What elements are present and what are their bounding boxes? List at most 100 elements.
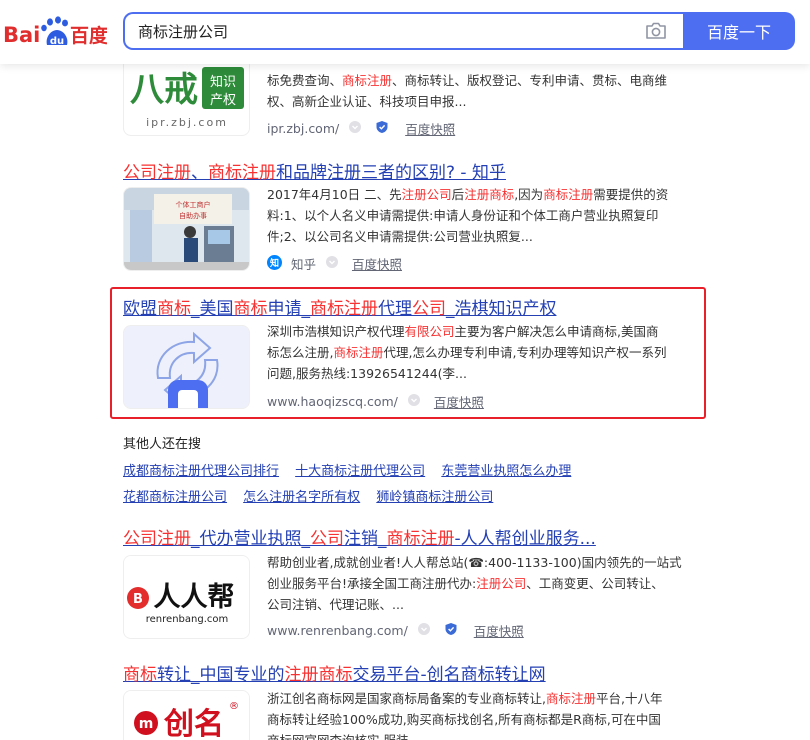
text-segment: -人人帮创业服务... — [454, 529, 596, 549]
result-source: ipr.zbj.com/ 百度快照 — [267, 119, 455, 137]
header-bar: Bai du 百度 百度一下 — [0, 0, 810, 64]
highlighted-keyword: 商标 — [157, 299, 191, 319]
text-segment: _浩棋知识产权 — [446, 299, 557, 319]
search-box — [123, 12, 683, 50]
snapshot-link[interactable]: 百度快照 — [405, 119, 455, 138]
svg-text:m: m — [139, 716, 154, 732]
snapshot-link[interactable]: 百度快照 — [352, 254, 402, 273]
result-desc: 标免费查询、商标注册、商标转让、版权登记、专利申请、贯标、电商维权、高新企业认证… — [267, 70, 685, 112]
svg-text:产权: 产权 — [210, 92, 236, 108]
highlighted-keyword: 注册公司 — [401, 187, 452, 202]
desc-line: 帮助创业者,成就创业者!人人帮总站(☎:400-1133-100)国内领先的一站… — [267, 552, 685, 573]
others-search-link[interactable]: 怎么注册名字所有权 — [243, 490, 360, 505]
result-site-name[interactable]: 知乎 — [291, 254, 316, 273]
text-segment: ,因为 — [514, 187, 544, 202]
search-button[interactable]: 百度一下 — [683, 12, 795, 50]
others-search-row: 花都商标注册公司 怎么注册名字所有权 狮岭镇商标注册公司 — [123, 486, 505, 505]
result-title[interactable]: 公司注册_代办营业执照_公司注销_商标注册-人人帮创业服务... — [123, 524, 596, 549]
result-thumbnail-haoqi[interactable] — [123, 325, 250, 409]
text-segment: 后 — [451, 187, 465, 202]
desc-line: 商标转让经验100%成功,购买商标找创名,所有商标都是R商标,可在中国 — [267, 709, 685, 730]
baidu-logo[interactable]: Bai du 百度 — [3, 14, 109, 50]
dropdown-icon[interactable] — [417, 623, 440, 638]
text-segment: 交易平台-创名商标转让网 — [352, 665, 546, 685]
highlighted-keyword: 商标注册 — [208, 163, 276, 183]
text-segment: 平台,十八年 — [596, 691, 663, 706]
highlighted-keyword: 有限公司 — [404, 324, 455, 339]
result-thumbnail-renrenbang[interactable]: B 人人帮 renrenbang.com — [123, 555, 250, 639]
text-segment: _代办营业执照_ — [191, 529, 310, 549]
others-search-link[interactable]: 狮岭镇商标注册公司 — [376, 490, 493, 505]
desc-line: 商标网官网查询核实,服装... — [267, 730, 685, 740]
highlighted-keyword: 商标注册 — [386, 529, 455, 549]
desc-line: 深圳市浩棋知识产权代理有限公司主要为客户解决怎么申请商标,美国商 — [267, 321, 685, 342]
text-segment: 2017年4月10日 二、先 — [267, 187, 402, 202]
results-area: 八戒 知识 产权 ipr.zbj.com 标免费查询、商标注册、商标转让、版权登… — [0, 0, 810, 740]
desc-line: 创业服务平台!承接全国工商注册代办:注册公司、工商变更、公司转让、 — [267, 573, 685, 594]
others-search-row: 成都商标注册代理公司排行 十大商标注册代理公司 东莞营业执照怎么办理 — [123, 460, 583, 479]
result-haoqi: 欧盟商标_美国商标申请_商标注册代理公司_浩棋知识产权 深圳市浩棋知识产权代理有… — [123, 294, 703, 412]
text-segment: 转让_中国专业的 — [157, 665, 285, 685]
dropdown-icon[interactable] — [407, 394, 430, 409]
svg-text:知: 知 — [269, 257, 279, 269]
result-site-url[interactable]: ipr.zbj.com/ — [267, 121, 339, 136]
result-zhihu: 公司注册、商标注册和品牌注册三者的区别? - 知乎 个体工商户 自助办事 201… — [123, 158, 703, 276]
dropdown-icon[interactable] — [349, 121, 371, 136]
result-desc: 浙江创名商标网是国家商标局备案的专业商标转让,商标注册平台,十八年 商标转让经验1… — [267, 688, 685, 740]
renrenbang-logo-brand: 人人帮 — [154, 582, 235, 613]
zhihu-icon: 知 — [267, 254, 287, 273]
shield-icon[interactable] — [444, 622, 470, 639]
highlighted-keyword: 公司 — [310, 529, 344, 549]
result-title[interactable]: 欧盟商标_美国商标申请_商标注册代理公司_浩棋知识产权 — [123, 294, 557, 319]
svg-text:自助办事: 自助办事 — [179, 211, 207, 220]
others-search-link[interactable]: 十大商标注册代理公司 — [295, 464, 425, 479]
zbj-logo-url: ipr.zbj.com — [146, 116, 228, 129]
result-renrenbang: 公司注册_代办营业执照_公司注销_商标注册-人人帮创业服务... B 人人帮 r… — [123, 524, 703, 642]
result-thumbnail-zbj[interactable]: 八戒 知识 产权 ipr.zbj.com — [123, 52, 250, 136]
shield-icon[interactable] — [375, 120, 401, 137]
text-segment: 和品牌注册三者的区别? - 知乎 — [276, 163, 506, 183]
text-segment: 代理,怎么办理专利申请,专利办理等知识产权一系列 — [383, 345, 667, 360]
refresh-icon — [124, 326, 249, 408]
snapshot-link[interactable]: 百度快照 — [474, 621, 524, 640]
result-source: 知 知乎 百度快照 — [267, 254, 402, 272]
text-segment: 、商标转让、版权登记、专利申请、贯标、电商维 — [392, 73, 668, 88]
snapshot-link[interactable]: 百度快照 — [434, 392, 484, 411]
dropdown-icon[interactable] — [325, 256, 348, 271]
logo-bai: Bai — [3, 23, 40, 47]
result-site-url[interactable]: www.renrenbang.com/ — [267, 623, 408, 638]
text-segment: 需要提供的资 — [593, 187, 669, 202]
search-input[interactable] — [138, 14, 628, 48]
result-site-url[interactable]: www.haoqizscq.com/ — [267, 394, 398, 409]
result-thumbnail-zhihu[interactable]: 个体工商户 自助办事 — [123, 187, 250, 271]
desc-line: 料:1、以个人名义申请需提供:申请人身份证和个体工商户营业执照复印 — [267, 205, 685, 226]
desc-line: 件;2、以公司名义申请需提供:公司营业执照复... — [267, 226, 685, 247]
logo-suffix: 百度 — [70, 24, 107, 47]
others-search-link[interactable]: 东莞营业执照怎么办理 — [441, 464, 571, 479]
desc-line: 2017年4月10日 二、先注册公司后注册商标,因为商标注册需要提供的资 — [267, 184, 685, 205]
others-search-link[interactable]: 花都商标注册公司 — [123, 490, 227, 505]
svg-text:B: B — [133, 592, 143, 607]
desc-line: 权、高新企业认证、科技项目申报... — [267, 91, 685, 112]
camera-icon[interactable] — [645, 21, 667, 41]
result-desc: 2017年4月10日 二、先注册公司后注册商标,因为商标注册需要提供的资 料:1、… — [267, 184, 685, 247]
text-segment: 权、高新企业认证、科技项目申报... — [267, 94, 467, 109]
desc-line: 问题,服务热线:13926541244(李... — [267, 363, 685, 384]
desc-line: 浙江创名商标网是国家商标局备案的专业商标转让,商标注册平台,十八年 — [267, 688, 685, 709]
zhihu-thumb-sign: 个体工商户 — [176, 200, 211, 209]
text-segment: 商标网官网查询核实,服装... — [267, 733, 420, 740]
highlighted-keyword: 注册公司 — [476, 576, 527, 591]
result-desc: 帮助创业者,成就创业者!人人帮总站(☎:400-1133-100)国内领先的一站… — [267, 552, 685, 615]
result-source: www.renrenbang.com/ 百度快照 — [267, 621, 524, 639]
result-thumbnail-chuangming[interactable]: m 创名 ® — [123, 690, 250, 740]
svg-text:®: ® — [229, 701, 239, 712]
highlighted-keyword: 公司注册 — [123, 529, 191, 549]
result-title[interactable]: 公司注册、商标注册和品牌注册三者的区别? - 知乎 — [123, 158, 506, 183]
result-title[interactable]: 商标转让_中国专业的注册商标交易平台-创名商标转让网 — [123, 660, 546, 685]
others-search-link[interactable]: 成都商标注册代理公司排行 — [123, 464, 279, 479]
text-segment: _美国 — [191, 299, 234, 319]
chuangming-logo-brand: 创名 — [163, 707, 224, 740]
text-segment: 、工商变更、公司转让、 — [526, 576, 664, 591]
desc-line: 标免费查询、商标注册、商标转让、版权登记、专利申请、贯标、电商维 — [267, 70, 685, 91]
text-segment: 标免费查询、 — [267, 73, 343, 88]
